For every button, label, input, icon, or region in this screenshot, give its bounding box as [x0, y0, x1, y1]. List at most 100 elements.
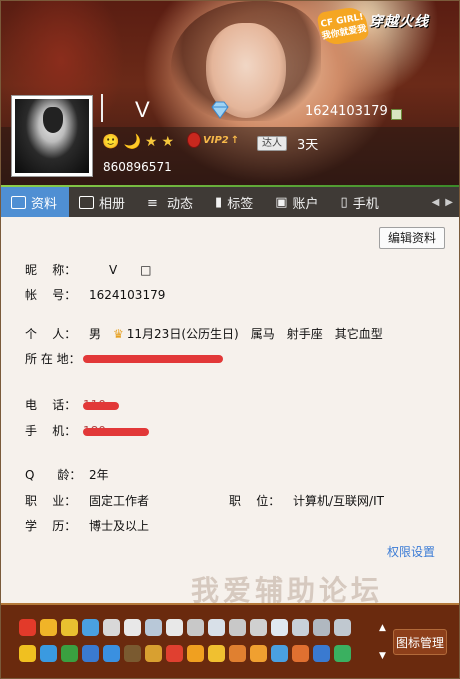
- feature-icon[interactable]: [208, 645, 225, 662]
- edit-remark-icon[interactable]: [391, 109, 402, 120]
- feature-icon[interactable]: [334, 645, 351, 662]
- vip-badge[interactable]: VIP2 ↑: [187, 132, 239, 148]
- secondary-number: 860896571: [103, 160, 172, 174]
- feature-icon[interactable]: [124, 645, 141, 662]
- album-icon: [79, 195, 95, 209]
- job-row: 职 业： 固定工作者 职 位： 计算机/互联网/IT: [25, 492, 384, 509]
- icon-grid: [19, 619, 389, 671]
- vip-up-arrow-icon: ↑: [230, 134, 240, 146]
- edit-profile-button[interactable]: 编辑资料: [378, 227, 445, 249]
- nickname-label: 昵 称：: [25, 263, 77, 277]
- feature-icon[interactable]: [334, 619, 351, 636]
- feature-icon[interactable]: [313, 645, 330, 662]
- diamond-icon[interactable]: [209, 101, 231, 119]
- position-value: 计算机/互联网/IT: [293, 494, 384, 508]
- tab-feed[interactable]: ≡ 动态: [137, 187, 205, 217]
- profile-card-icon: [11, 195, 26, 209]
- nickname-row: 昵 称： V □: [25, 261, 151, 278]
- daren-label: 达人: [257, 136, 287, 151]
- feature-icon[interactable]: [19, 619, 36, 636]
- star-level-icon: ★: [161, 134, 174, 150]
- redacted-location: [83, 354, 223, 363]
- job-label: 职 业：: [25, 494, 77, 508]
- feature-icon[interactable]: [229, 645, 246, 662]
- feature-icon[interactable]: [271, 619, 288, 636]
- cf-girl-badge-text: CF GIRL! 我你就爱我: [319, 12, 368, 42]
- account-row: 帐 号： 1624103179: [25, 286, 165, 303]
- feature-icon[interactable]: [166, 619, 183, 636]
- tab-account[interactable]: ▣ 账户: [265, 187, 330, 217]
- education-value: 博士及以上: [89, 519, 150, 533]
- moon-level-icon: 🌙: [123, 134, 141, 150]
- blood-type-value: 其它血型: [334, 327, 383, 341]
- personal-label: 个 人：: [25, 327, 77, 341]
- feature-icon[interactable]: [103, 645, 120, 662]
- tab-label: 资料: [31, 196, 58, 212]
- permission-settings-link[interactable]: 权限设置: [387, 543, 435, 560]
- feature-icon[interactable]: [166, 645, 183, 662]
- phone-row: 电 话： 110: [25, 396, 123, 413]
- icon-bar: ▲ ▼ 图标管理: [1, 603, 459, 678]
- feature-icon[interactable]: [250, 645, 267, 662]
- position-label: 职 位：: [229, 494, 281, 508]
- mobile-label: 手 机：: [25, 424, 77, 438]
- zodiac-value: 属马: [250, 327, 275, 341]
- feature-icon[interactable]: [40, 645, 57, 662]
- feature-icon[interactable]: [292, 619, 309, 636]
- feature-icon[interactable]: [103, 619, 120, 636]
- avatar[interactable]: [11, 95, 93, 177]
- age-row: Q 龄： 2年: [25, 466, 109, 483]
- tab-tags[interactable]: ▮ 标签: [205, 187, 265, 217]
- star-sign-value: 射手座: [286, 327, 323, 341]
- tab-mobile[interactable]: ▯ 手机: [331, 187, 391, 217]
- redacted-phone: [83, 401, 119, 410]
- feature-icon[interactable]: [250, 619, 267, 636]
- icon-page-down-icon[interactable]: ▼: [379, 651, 386, 661]
- feature-icon[interactable]: [61, 619, 78, 636]
- bookmark-icon: ▮: [215, 194, 223, 210]
- daren-days: 3天: [297, 138, 319, 153]
- daren-badge[interactable]: 达人 3天: [257, 134, 318, 153]
- cf-girl-badge: CF GIRL! 我你就爱我: [316, 5, 370, 47]
- feature-icon[interactable]: [229, 619, 246, 636]
- feature-icon[interactable]: [313, 619, 330, 636]
- icon-manage-button[interactable]: 图标管理: [393, 629, 447, 655]
- nickname: V: [135, 97, 150, 122]
- tab-album[interactable]: 相册: [69, 187, 137, 217]
- account-value: 1624103179: [89, 287, 166, 302]
- crown-icon: ♛: [113, 326, 124, 341]
- feature-icon[interactable]: [145, 645, 162, 662]
- tab-scroll-right-icon[interactable]: ▶: [445, 197, 453, 208]
- feature-icon[interactable]: [82, 619, 99, 636]
- tab-scroll-left-icon[interactable]: ◀: [432, 197, 440, 208]
- profile-details: 编辑资料 昵 称： V □ 帐 号： 1624103179 个 人： 男 ♛ 1…: [1, 217, 459, 607]
- profile-header-cover: CF GIRL! 我你就爱我 穿越火线 V 1624103179 🙂 🌙 ★ ★…: [1, 1, 459, 187]
- location-label: 所 在 地：: [25, 352, 81, 366]
- feature-icon[interactable]: [271, 645, 288, 662]
- feature-icon[interactable]: [40, 619, 57, 636]
- feature-icon[interactable]: [124, 619, 141, 636]
- profile-window: CF GIRL! 我你就爱我 穿越火线 V 1624103179 🙂 🌙 ★ ★…: [0, 0, 460, 679]
- feature-icon[interactable]: [145, 619, 162, 636]
- feature-icon[interactable]: [61, 645, 78, 662]
- icon-page-up-icon[interactable]: ▲: [379, 623, 386, 633]
- vip-label: VIP2: [203, 134, 229, 146]
- nickname-value: V □: [109, 262, 152, 277]
- feature-icon[interactable]: [208, 619, 225, 636]
- list-icon: ≡: [147, 195, 158, 211]
- feature-icon[interactable]: [187, 645, 204, 662]
- crossfire-logo: 穿越火线: [369, 14, 429, 30]
- birthday-value: 11月23日(公历生日): [126, 327, 239, 341]
- feature-icon[interactable]: [19, 645, 36, 662]
- tab-label: 手机: [352, 196, 379, 212]
- feature-icon[interactable]: [292, 645, 309, 662]
- level-icons[interactable]: 🙂 🌙 ★ ★: [102, 134, 174, 150]
- mobile-value-wrap: 180: [83, 424, 153, 438]
- tab-profile[interactable]: 资料: [1, 187, 70, 217]
- feature-icon[interactable]: [187, 619, 204, 636]
- feature-icon[interactable]: [82, 645, 99, 662]
- gender-value: 男: [89, 327, 102, 341]
- phone-value-wrap: 110: [83, 398, 123, 412]
- tab-label: 账户: [292, 196, 319, 212]
- education-row: 学 历： 博士及以上: [25, 517, 149, 534]
